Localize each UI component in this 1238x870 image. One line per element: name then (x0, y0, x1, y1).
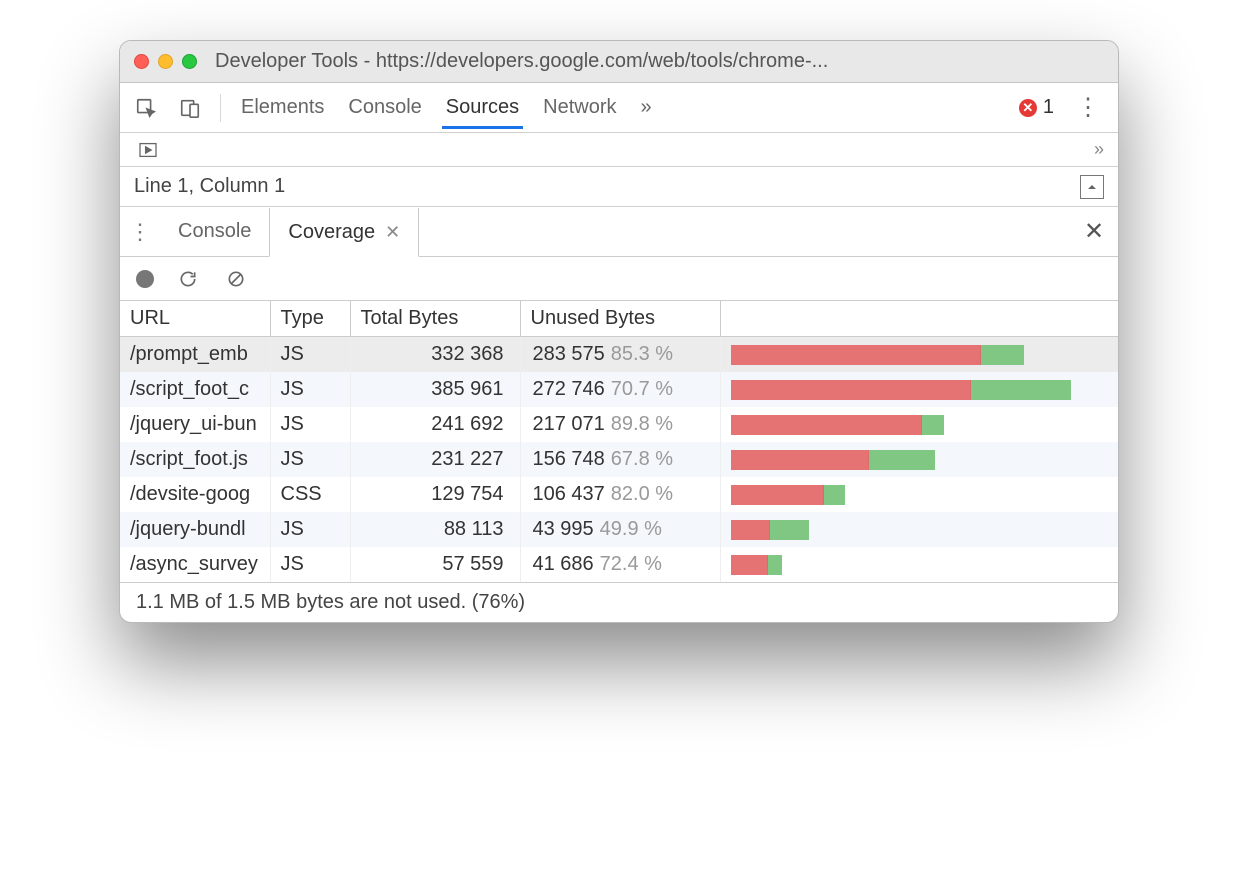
close-window-button[interactable] (134, 54, 149, 69)
tabs-overflow-icon[interactable]: » (637, 86, 656, 129)
cell-url: /devsite-goog (120, 477, 270, 512)
cell-type: JS (270, 337, 350, 373)
window-controls (134, 54, 197, 69)
close-drawer-icon[interactable]: ✕ (1070, 207, 1118, 256)
tab-console[interactable]: Console (344, 86, 425, 129)
tab-network[interactable]: Network (539, 86, 620, 129)
cell-type: JS (270, 547, 350, 582)
column-header-type[interactable]: Type (270, 301, 350, 337)
cell-usage-bar (720, 407, 1118, 442)
drawer-tab-label: Coverage (288, 221, 375, 244)
device-toolbar-icon[interactable] (176, 94, 204, 122)
cell-total-bytes: 385 961 (350, 372, 520, 407)
cell-usage-bar (720, 337, 1118, 373)
cell-url: /jquery-bundl (120, 512, 270, 547)
cell-url: /script_foot.js (120, 442, 270, 477)
drawer-toggle-icon[interactable] (1080, 175, 1104, 199)
cursor-position: Line 1, Column 1 (134, 175, 285, 198)
reload-button[interactable] (174, 265, 202, 293)
table-row[interactable]: /async_surveyJS57 55941 68672.4 % (120, 547, 1118, 582)
window-title: Developer Tools - https://developers.goo… (207, 50, 1104, 73)
table-row[interactable]: /script_foot_cJS385 961272 74670.7 % (120, 372, 1118, 407)
table-row[interactable]: /script_foot.jsJS231 227156 74867.8 % (120, 442, 1118, 477)
minimize-window-button[interactable] (158, 54, 173, 69)
cell-url: /async_survey (120, 547, 270, 582)
editor-status-line: Line 1, Column 1 (120, 167, 1118, 207)
tab-sources[interactable]: Sources (442, 86, 523, 129)
cell-type: JS (270, 407, 350, 442)
close-tab-icon[interactable]: ✕ (385, 222, 400, 243)
cell-total-bytes: 88 113 (350, 512, 520, 547)
cell-unused-bytes: 43 99549.9 % (520, 512, 720, 547)
table-row[interactable]: /jquery_ui-bunJS241 692217 07189.8 % (120, 407, 1118, 442)
cell-unused-bytes: 41 68672.4 % (520, 547, 720, 582)
cell-url: /prompt_emb (120, 337, 270, 373)
drawer-tab-console[interactable]: Console (160, 207, 269, 256)
clear-button[interactable] (222, 265, 250, 293)
cell-usage-bar (720, 372, 1118, 407)
cell-total-bytes: 332 368 (350, 337, 520, 373)
cell-usage-bar (720, 477, 1118, 512)
drawer-menu-icon[interactable]: ⋮ (120, 207, 160, 256)
cell-total-bytes: 129 754 (350, 477, 520, 512)
devtools-window: Developer Tools - https://developers.goo… (119, 40, 1119, 623)
cell-total-bytes: 57 559 (350, 547, 520, 582)
toolbar-divider (220, 94, 221, 122)
tab-elements[interactable]: Elements (237, 86, 328, 129)
error-count: 1 (1043, 96, 1054, 119)
drawer-tab-coverage[interactable]: Coverage ✕ (269, 208, 419, 257)
cell-type: JS (270, 372, 350, 407)
column-header-url[interactable]: URL (120, 301, 270, 337)
column-header-total[interactable]: Total Bytes (350, 301, 520, 337)
coverage-table: URL Type Total Bytes Unused Bytes /promp… (120, 301, 1118, 582)
error-badge[interactable]: ✕ 1 (1019, 96, 1054, 119)
cell-unused-bytes: 283 57585.3 % (520, 337, 720, 373)
cell-url: /jquery_ui-bun (120, 407, 270, 442)
column-header-visualization (720, 301, 1118, 337)
cell-unused-bytes: 217 07189.8 % (520, 407, 720, 442)
record-button[interactable] (136, 270, 154, 288)
titlebar: Developer Tools - https://developers.goo… (120, 41, 1118, 83)
sources-overflow-icon[interactable]: » (1094, 139, 1104, 160)
cell-total-bytes: 231 227 (350, 442, 520, 477)
cell-total-bytes: 241 692 (350, 407, 520, 442)
cell-unused-bytes: 156 74867.8 % (520, 442, 720, 477)
main-toolbar: Elements Console Sources Network » ✕ 1 ⋮ (120, 83, 1118, 133)
table-row[interactable]: /jquery-bundlJS88 11343 99549.9 % (120, 512, 1118, 547)
table-row[interactable]: /devsite-googCSS129 754106 43782.0 % (120, 477, 1118, 512)
cell-usage-bar (720, 547, 1118, 582)
cell-type: JS (270, 512, 350, 547)
cell-usage-bar (720, 442, 1118, 477)
cell-unused-bytes: 106 43782.0 % (520, 477, 720, 512)
cell-type: JS (270, 442, 350, 477)
cell-type: CSS (270, 477, 350, 512)
drawer-tab-label: Console (178, 220, 251, 243)
cell-unused-bytes: 272 74670.7 % (520, 372, 720, 407)
file-navigator-icon[interactable] (134, 136, 162, 164)
column-header-unused[interactable]: Unused Bytes (520, 301, 720, 337)
error-icon: ✕ (1019, 99, 1037, 117)
table-row[interactable]: /prompt_embJS332 368283 57585.3 % (120, 337, 1118, 373)
settings-menu-icon[interactable]: ⋮ (1070, 93, 1106, 122)
cell-usage-bar (720, 512, 1118, 547)
cell-url: /script_foot_c (120, 372, 270, 407)
sources-subbar: » (120, 133, 1118, 167)
inspect-element-icon[interactable] (132, 94, 160, 122)
coverage-toolbar (120, 257, 1118, 301)
coverage-summary: 1.1 MB of 1.5 MB bytes are not used. (76… (120, 582, 1118, 622)
maximize-window-button[interactable] (182, 54, 197, 69)
drawer-tabbar: ⋮ Console Coverage ✕ ✕ (120, 207, 1118, 257)
